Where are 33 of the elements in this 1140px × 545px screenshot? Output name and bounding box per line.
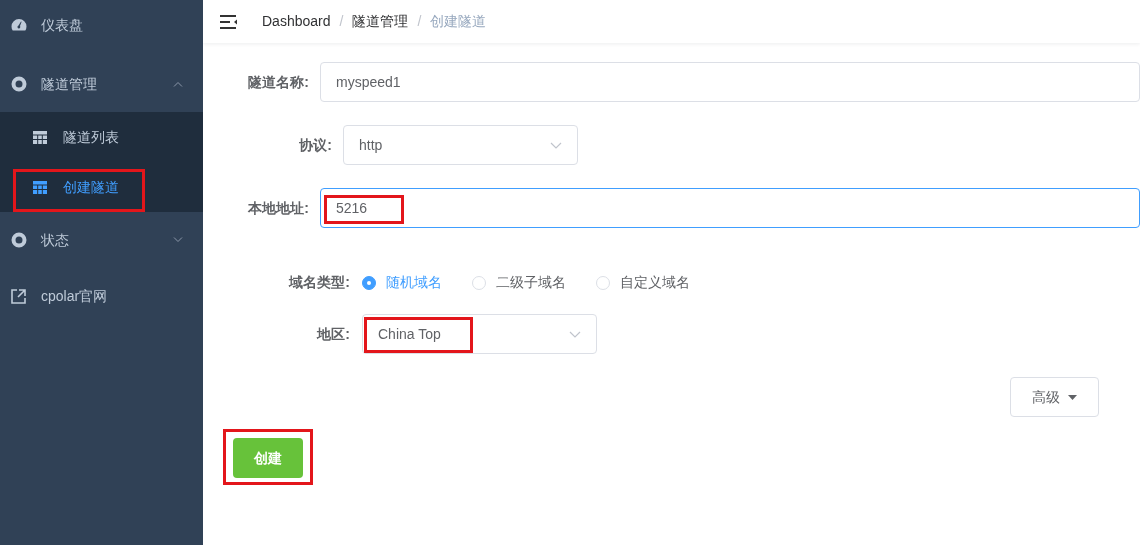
chevron-icon: [569, 330, 581, 338]
radio-button[interactable]: [362, 275, 376, 290]
gauge-icon: [11, 18, 27, 32]
sidebar-item[interactable]: 隧道列表: [0, 112, 203, 162]
field-label: 域名类型:: [287, 273, 351, 292]
sidebar-item[interactable]: 创建隧道: [0, 162, 203, 212]
sidebar-item[interactable]: 仪表盘: [0, 0, 203, 56]
table-icon: [33, 180, 47, 194]
breadcrumb-separator: /: [417, 12, 422, 31]
ring-icon: [11, 76, 27, 92]
menu-icon[interactable]: [220, 14, 238, 29]
sidebar-item[interactable]: 隧道管理: [0, 56, 203, 112]
field-label: 地区:: [315, 324, 351, 344]
ring-icon: [11, 232, 27, 248]
field-label: 隧道名称:: [247, 72, 310, 92]
field-label: 本地地址:: [247, 198, 310, 218]
select-field[interactable]: China Top: [362, 314, 597, 354]
caret-icon: [1068, 394, 1077, 400]
breadcrumb-link[interactable]: Dashboard: [262, 11, 331, 32]
advanced-button[interactable]: 高级: [1010, 377, 1099, 417]
breadcrumb-link[interactable]: 隧道管理: [352, 11, 409, 32]
sidebar-item[interactable]: 状态: [0, 212, 203, 268]
external-link-icon: [11, 288, 26, 304]
breadcrumb-separator: /: [339, 12, 344, 31]
radio-option[interactable]: 二级子域名: [472, 272, 566, 293]
input-field[interactable]: 5216: [320, 188, 1140, 228]
table-icon: [33, 130, 47, 144]
select-field[interactable]: http: [343, 125, 578, 165]
sidebar-item[interactable]: cpolar官网: [0, 268, 203, 324]
chevron-icon: [550, 141, 562, 149]
input-field[interactable]: myspeed1: [320, 62, 1140, 102]
field-label: 协议:: [298, 135, 333, 155]
radio-option[interactable]: 自定义域名: [596, 272, 690, 293]
